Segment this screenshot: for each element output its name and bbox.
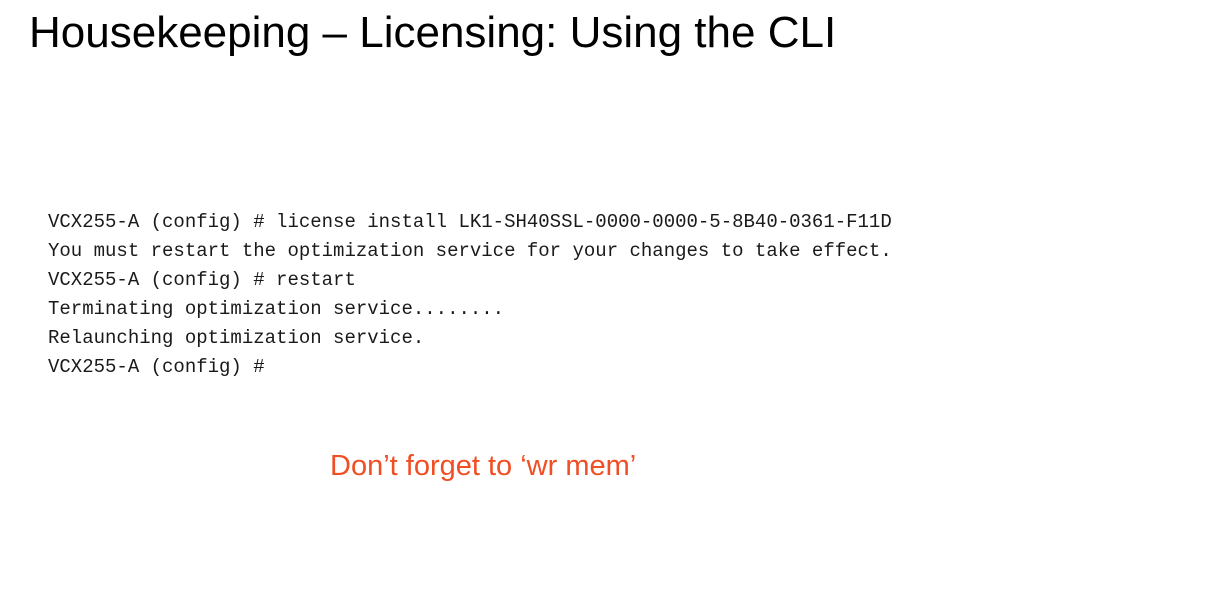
cli-line: Terminating optimization service........	[48, 298, 505, 320]
slide-title: Housekeeping – Licensing: Using the CLI	[29, 8, 837, 57]
slide: Housekeeping – Licensing: Using the CLI …	[0, 0, 1228, 594]
cli-line: VCX255-A (config) #	[48, 356, 265, 378]
cli-line: Relaunching optimization service.	[48, 327, 425, 349]
cli-line: VCX255-A (config) # restart	[48, 269, 356, 291]
cli-output: VCX255-A (config) # license install LK1-…	[48, 208, 892, 382]
cli-line: VCX255-A (config) # license install LK1-…	[48, 211, 892, 233]
reminder-note: Don’t forget to ‘wr mem’	[330, 450, 637, 482]
cli-line: You must restart the optimization servic…	[48, 240, 892, 262]
